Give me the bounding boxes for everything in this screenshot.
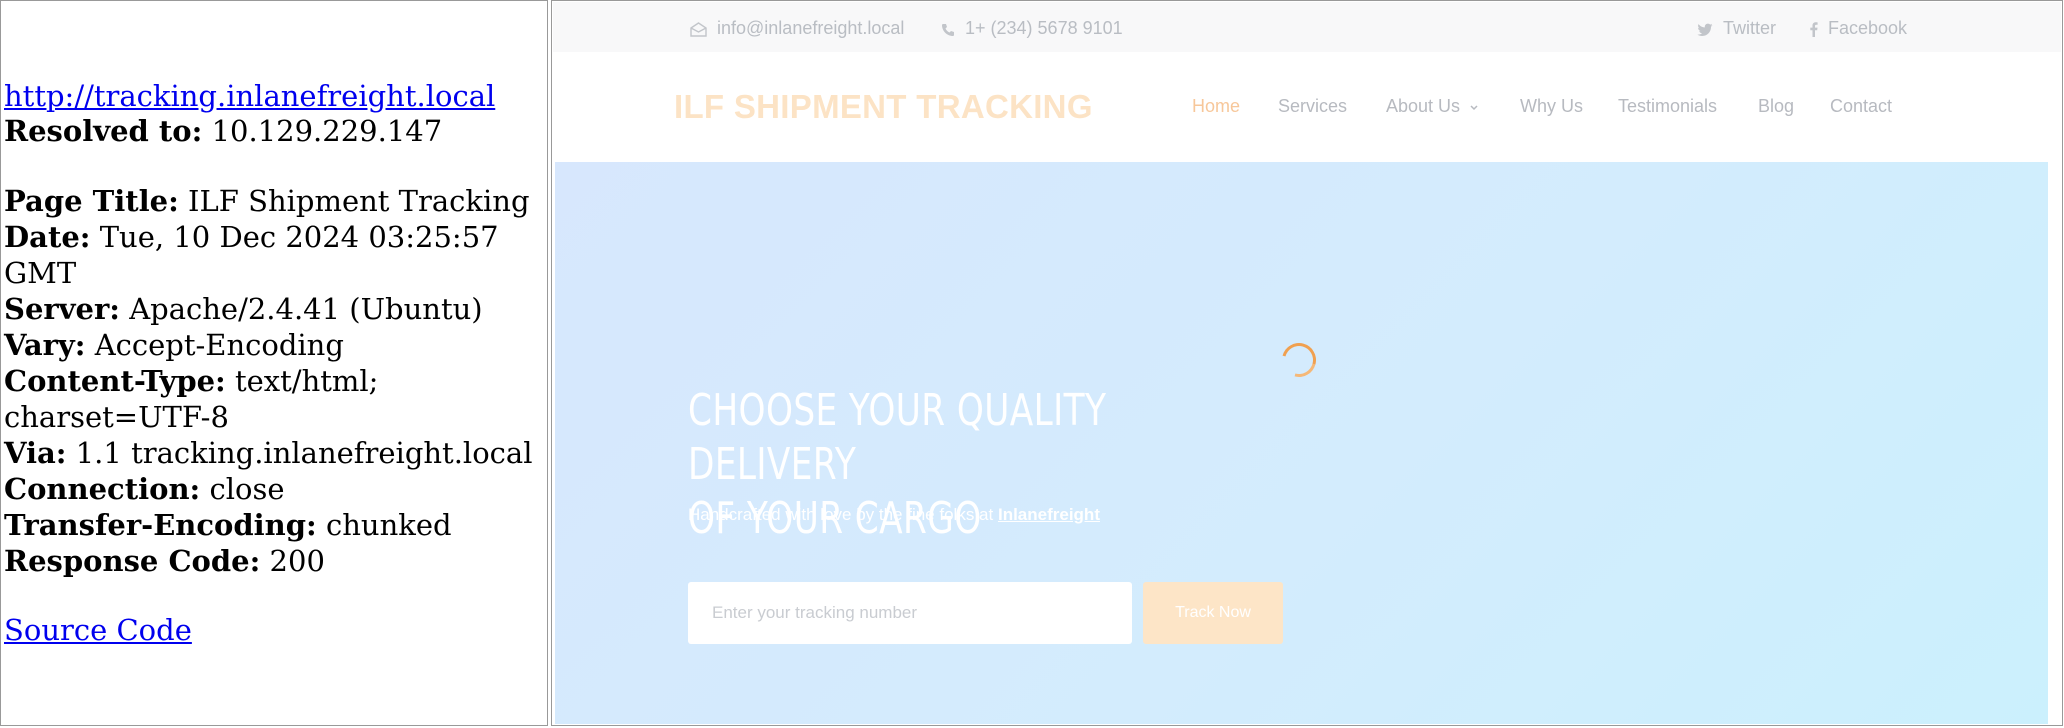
header-key: Content-Type:: [4, 364, 226, 398]
source-code-link[interactable]: Source Code: [4, 613, 192, 647]
nav-about-us[interactable]: About Us: [1386, 96, 1479, 117]
header-value: 1.1 tracking.inlanefreight.local: [75, 436, 533, 470]
facebook-text: Facebook: [1828, 18, 1908, 38]
header-value: chunked: [325, 508, 452, 542]
header-key: Date:: [4, 220, 91, 254]
track-now-button[interactable]: Track Now: [1143, 582, 1283, 644]
email-contact[interactable]: info@inlanefreight.local: [690, 18, 904, 39]
header-key: Page Title:: [4, 184, 179, 218]
twitter-link[interactable]: Twitter: [1697, 18, 1776, 39]
header-row-content-type: Content-Type: text/html; charset=UTF-8: [4, 363, 545, 435]
website-screenshot: info@inlanefreight.local 1+ (234) 5678 9…: [551, 0, 2063, 726]
hero-title-line: CHOOSE YOUR QUALITY DELIVERY: [688, 385, 1107, 490]
facebook-link[interactable]: Facebook: [1809, 18, 1907, 39]
header-key: Server:: [4, 292, 120, 326]
phone-contact[interactable]: 1+ (234) 5678 9101: [941, 18, 1123, 39]
header-value: ILF Shipment Tracking: [188, 184, 530, 218]
info-panel: http://tracking.inlanefreight.local Reso…: [0, 0, 548, 726]
header-key: Vary:: [4, 328, 86, 362]
header-key: Transfer-Encoding:: [4, 508, 317, 542]
header-row-date: Date: Tue, 10 Dec 2024 03:25:57 GMT: [4, 219, 545, 291]
header-row-via: Via: 1.1 tracking.inlanefreight.local: [4, 435, 545, 471]
header-row-server: Server: Apache/2.4.41 (Ubuntu): [4, 291, 545, 327]
loading-spinner-icon: [1275, 336, 1323, 384]
nav-contact[interactable]: Contact: [1830, 96, 1892, 117]
header-row-connection: Connection: close: [4, 471, 545, 507]
email-text: info@inlanefreight.local: [717, 18, 905, 38]
twitter-text: Twitter: [1723, 18, 1777, 38]
nav-services[interactable]: Services: [1278, 96, 1347, 117]
hero-section: CHOOSE YOUR QUALITY DELIVERY OF YOUR CAR…: [555, 162, 2048, 724]
top-contact-bar: info@inlanefreight.local 1+ (234) 5678 9…: [553, 2, 2061, 52]
nav-home[interactable]: Home: [1192, 96, 1240, 117]
header-value: Accept-Encoding: [94, 328, 344, 362]
envelope-icon: [690, 22, 707, 37]
header-value: 10.129.229.147: [211, 114, 443, 148]
tracking-number-input[interactable]: [688, 582, 1132, 644]
twitter-icon: [1697, 23, 1713, 36]
header-row-transfer-encoding: Transfer-Encoding: chunked: [4, 507, 545, 543]
nav-about-us-label: About Us: [1386, 96, 1461, 116]
header-row-response-code: Response Code: 200: [4, 543, 545, 579]
header-row-page-title: Page Title: ILF Shipment Tracking: [4, 183, 545, 219]
header-value: close: [209, 472, 285, 506]
header-key: Connection:: [4, 472, 201, 506]
header-value: Apache/2.4.41 (Ubuntu): [129, 292, 483, 326]
site-logo[interactable]: ILF SHIPMENT TRACKING: [674, 88, 1093, 126]
header-value: 200: [269, 544, 325, 578]
header-key: Resolved to:: [4, 114, 203, 148]
nav-why-us[interactable]: Why Us: [1520, 96, 1583, 117]
facebook-icon: [1810, 22, 1818, 37]
site-url-link[interactable]: http://tracking.inlanefreight.local: [4, 79, 495, 113]
chevron-down-icon: [1470, 105, 1478, 111]
header-key: Via:: [4, 436, 67, 470]
site-navbar: ILF SHIPMENT TRACKING Home Services Abou…: [553, 52, 2061, 160]
phone-text: 1+ (234) 5678 9101: [965, 18, 1123, 38]
hero-subtitle-text: Handcrafted with love by the fine folks …: [688, 505, 994, 524]
info-content: http://tracking.inlanefreight.local Reso…: [4, 79, 545, 647]
header-row-vary: Vary: Accept-Encoding: [4, 327, 545, 363]
nav-testimonials[interactable]: Testimonials: [1618, 96, 1717, 117]
header-row-resolved: Resolved to: 10.129.229.147: [4, 113, 545, 149]
hero-subtitle: Handcrafted with love by the fine folks …: [688, 505, 1100, 525]
inlanefreight-link[interactable]: Inlanefreight: [998, 505, 1100, 524]
header-key: Response Code:: [4, 544, 261, 578]
nav-blog[interactable]: Blog: [1758, 96, 1794, 117]
phone-icon: [942, 24, 954, 36]
